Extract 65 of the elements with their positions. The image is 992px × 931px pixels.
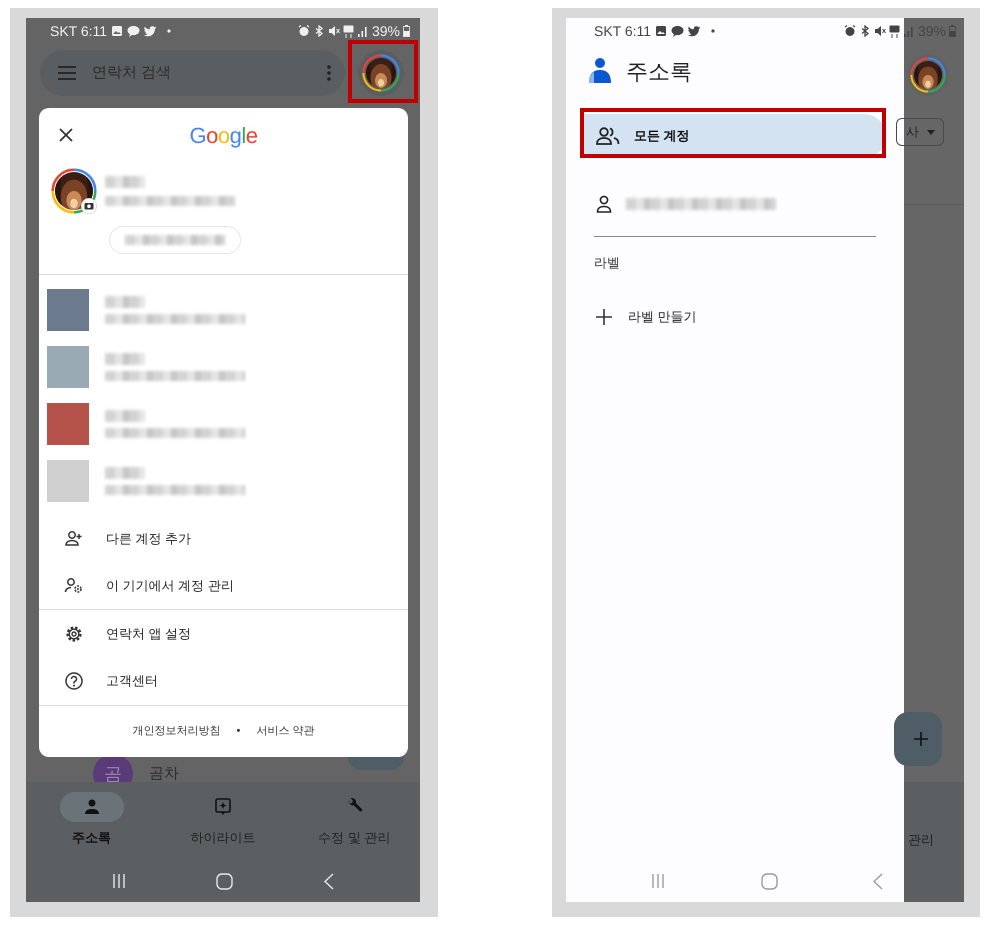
privacy-policy-link[interactable]: 개인정보처리방침 — [132, 723, 221, 740]
alarm-icon — [844, 25, 856, 37]
battery-icon — [403, 25, 410, 37]
back-icon[interactable] — [872, 872, 884, 890]
people-icon — [596, 127, 620, 145]
menu-item[interactable]: 이 기기에서 계정 관리 — [39, 562, 408, 609]
drawer-title: 주소록 — [626, 58, 692, 86]
help-icon — [64, 670, 84, 690]
redacted-block — [105, 352, 145, 364]
recent-apps-icon[interactable] — [110, 873, 127, 889]
plus-icon — [596, 308, 612, 324]
network-5g-icon — [342, 24, 354, 38]
status-time: SKT 6:11 — [50, 22, 108, 40]
search-placeholder: 연락처 검색 — [92, 62, 172, 83]
menu-icon[interactable] — [58, 66, 76, 80]
alarm-icon — [298, 25, 310, 37]
bird-icon — [144, 26, 158, 36]
battery-icon — [949, 25, 956, 37]
profile-button[interactable] — [358, 50, 404, 96]
gallery-icon — [111, 25, 124, 37]
close-icon[interactable] — [59, 128, 73, 142]
plus-icon — [914, 732, 928, 746]
person-gear-icon — [64, 576, 84, 596]
home-icon[interactable] — [760, 872, 778, 890]
person-outline-icon — [596, 195, 612, 213]
status-time: SKT 6:11 — [594, 22, 652, 40]
dropdown-icon — [927, 130, 935, 134]
menu-item[interactable]: 고객센터 — [39, 657, 408, 704]
add-contact-button[interactable] — [894, 712, 942, 766]
network-5g-icon — [888, 24, 900, 38]
bird-icon — [688, 26, 702, 36]
redacted-block — [105, 466, 145, 478]
redacted-block — [105, 410, 145, 422]
contact-name: 곰차 — [149, 764, 179, 784]
person-plus-icon — [64, 528, 84, 548]
signal-icon — [356, 25, 369, 37]
google-logo: Google — [189, 122, 258, 150]
gallery-icon — [655, 25, 668, 37]
chat-bubble-icon — [671, 25, 684, 37]
recent-apps-icon[interactable] — [650, 873, 666, 889]
dot-icon — [709, 27, 718, 35]
terms-link[interactable]: 서비스 약관 — [256, 723, 314, 740]
person-icon — [588, 57, 612, 85]
menu-item[interactable]: 다른 계정 추가 — [39, 515, 408, 562]
person-icon — [82, 798, 101, 816]
settings-icon — [64, 624, 84, 644]
manage-account-button[interactable] — [109, 226, 241, 254]
sparkle-card-icon — [214, 798, 232, 816]
battery-percent: 39% — [372, 22, 400, 40]
mute-icon — [874, 25, 886, 37]
redacted-block — [105, 296, 145, 308]
create-label-button[interactable]: 라벨 만들기 — [584, 296, 886, 336]
profile-button[interactable] — [907, 54, 949, 96]
chat-bubble-icon — [127, 25, 140, 37]
section-label: 라벨 — [594, 254, 621, 272]
mute-icon — [328, 25, 340, 37]
chip-text: 사 — [906, 123, 919, 142]
dot-icon — [165, 27, 174, 35]
signal-icon — [902, 25, 915, 37]
redacted-block — [105, 176, 145, 188]
nav-tab-label: 관리 — [908, 831, 934, 849]
separator-dot: • — [236, 724, 240, 740]
camera-icon — [81, 198, 97, 214]
more-icon[interactable] — [327, 65, 331, 81]
menu-item[interactable]: 연락처 앱 설정 — [39, 610, 408, 657]
